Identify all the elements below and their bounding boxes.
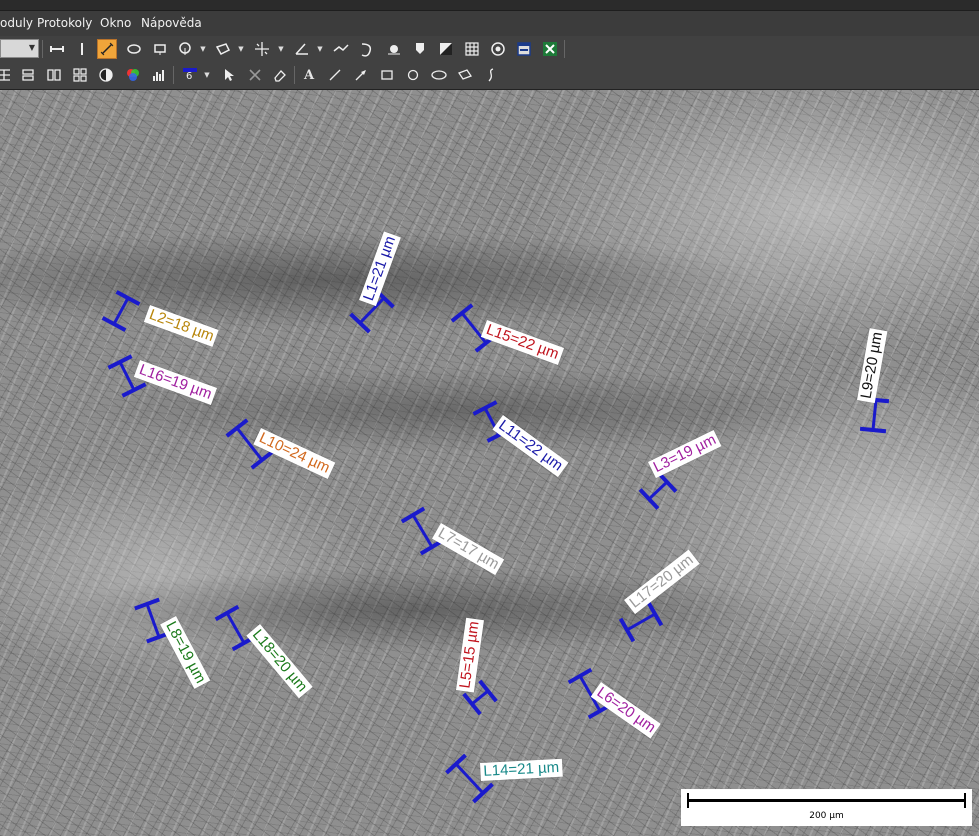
align-left-icon[interactable] bbox=[0, 65, 14, 85]
menu-napoveda[interactable]: Nápověda bbox=[141, 16, 202, 30]
measurement-endcap bbox=[419, 538, 445, 556]
cross-points-icon[interactable] bbox=[252, 39, 272, 59]
measure-line-icon[interactable] bbox=[97, 39, 117, 59]
rectangle-icon[interactable] bbox=[150, 39, 170, 59]
measurement-endcap bbox=[472, 400, 498, 416]
measurement-endcap bbox=[121, 382, 147, 398]
scale-bar-tick bbox=[964, 793, 966, 808]
target-icon[interactable] bbox=[488, 39, 508, 59]
measurement-line bbox=[469, 688, 491, 707]
ellipse-tool-icon[interactable] bbox=[429, 65, 449, 85]
scale-bar: 200 µm bbox=[681, 789, 972, 826]
threshold-icon[interactable] bbox=[436, 39, 456, 59]
measurement-line bbox=[624, 611, 658, 633]
toolbar-separator bbox=[42, 40, 43, 58]
chevron-down-icon[interactable]: ▼ bbox=[317, 39, 323, 59]
micrograph-image[interactable]: L1=21 µm L2=18 µm L15=22 µm L9=20 µm L16… bbox=[0, 90, 979, 836]
measurement-line bbox=[145, 602, 161, 639]
ellipse-icon[interactable] bbox=[124, 39, 144, 59]
contrast-icon[interactable] bbox=[96, 65, 116, 85]
measurement-endcap bbox=[214, 604, 240, 622]
freehand-tool-icon[interactable] bbox=[481, 65, 501, 85]
grid-icon[interactable] bbox=[462, 39, 482, 59]
scale-bar-tick bbox=[687, 793, 689, 808]
menu-moduly[interactable]: oduly bbox=[0, 16, 33, 30]
delete-icon[interactable] bbox=[245, 65, 265, 85]
line-width-value: 6 bbox=[186, 71, 193, 82]
circle-measure-icon[interactable] bbox=[175, 39, 195, 59]
measurement-line bbox=[646, 479, 670, 502]
scale-bar-line bbox=[687, 799, 966, 802]
measurement-endcap bbox=[450, 303, 474, 323]
text-tool-icon[interactable]: A bbox=[299, 65, 319, 85]
chevron-down-icon[interactable]: ▼ bbox=[278, 39, 284, 59]
window-icon[interactable] bbox=[514, 39, 534, 59]
title-strip bbox=[0, 0, 979, 11]
drawing-toolbar: 6 ▼ A bbox=[0, 62, 979, 90]
toolbar-separator bbox=[294, 66, 295, 84]
measurement-endcap bbox=[250, 450, 274, 470]
circle-tool-icon[interactable] bbox=[403, 65, 423, 85]
measurement-endcap bbox=[107, 354, 133, 370]
chevron-down-icon[interactable]: ▼ bbox=[238, 39, 244, 59]
toolbar-separator bbox=[173, 66, 174, 84]
rectangle-tool-icon[interactable] bbox=[377, 65, 397, 85]
measurement-endcap bbox=[859, 426, 887, 434]
measurement-endcap bbox=[478, 679, 498, 703]
histogram-icon[interactable] bbox=[149, 65, 169, 85]
marker-icon[interactable] bbox=[410, 39, 430, 59]
measurement-endcap bbox=[400, 506, 426, 524]
measurement-line bbox=[224, 610, 247, 646]
chevron-down-icon: ▼ bbox=[28, 43, 35, 52]
excel-icon[interactable] bbox=[540, 39, 560, 59]
line-tool-icon[interactable] bbox=[325, 65, 345, 85]
angle-icon[interactable] bbox=[292, 39, 312, 59]
menu-protokoly[interactable]: Protokoly bbox=[37, 16, 92, 30]
zoom-combo[interactable]: ▼ bbox=[0, 39, 39, 58]
polygon-icon[interactable] bbox=[213, 39, 233, 59]
polygon-tool-icon[interactable] bbox=[455, 65, 475, 85]
line-width-icon[interactable]: 6 bbox=[180, 65, 200, 85]
line-style-icon[interactable] bbox=[47, 39, 67, 59]
measurement-line bbox=[459, 310, 489, 346]
pointer-icon[interactable] bbox=[219, 65, 239, 85]
measurement-line bbox=[453, 761, 486, 796]
menu-bar: oduly Protokoly Okno Nápověda bbox=[0, 11, 979, 36]
measurement-line bbox=[871, 398, 878, 432]
measurement-endcap bbox=[115, 290, 141, 306]
align-center-icon[interactable] bbox=[18, 65, 38, 85]
color-channels-icon[interactable] bbox=[123, 65, 143, 85]
measurement-endcap bbox=[567, 667, 593, 685]
toolbar-separator bbox=[564, 40, 565, 58]
vertical-line-icon[interactable] bbox=[72, 39, 92, 59]
curve-icon[interactable] bbox=[357, 39, 377, 59]
polyline-icon[interactable] bbox=[331, 39, 351, 59]
scale-bar-label: 200 µm bbox=[809, 811, 844, 821]
chevron-down-icon[interactable]: ▼ bbox=[204, 65, 210, 85]
drop-icon[interactable] bbox=[384, 39, 404, 59]
eraser-icon[interactable] bbox=[270, 65, 290, 85]
columns-icon[interactable] bbox=[44, 65, 64, 85]
measurement-endcap bbox=[225, 418, 249, 438]
measurement-endcap bbox=[618, 617, 636, 643]
measurement-toolbar: ▼ ▼ ▼ ▼ ▼ bbox=[0, 36, 979, 62]
measurement-line bbox=[117, 359, 137, 393]
gallery-icon[interactable] bbox=[70, 65, 90, 85]
measurement-overlay bbox=[101, 287, 890, 804]
menu-okno[interactable]: Okno bbox=[100, 16, 131, 30]
measurement-endcap bbox=[101, 316, 127, 332]
measurement-line bbox=[111, 295, 131, 327]
chevron-down-icon[interactable]: ▼ bbox=[200, 39, 206, 59]
arrow-tool-icon[interactable] bbox=[351, 65, 371, 85]
measurement-endcap bbox=[462, 692, 482, 716]
measurement-endcap bbox=[646, 601, 664, 627]
measurement-line bbox=[410, 512, 435, 550]
